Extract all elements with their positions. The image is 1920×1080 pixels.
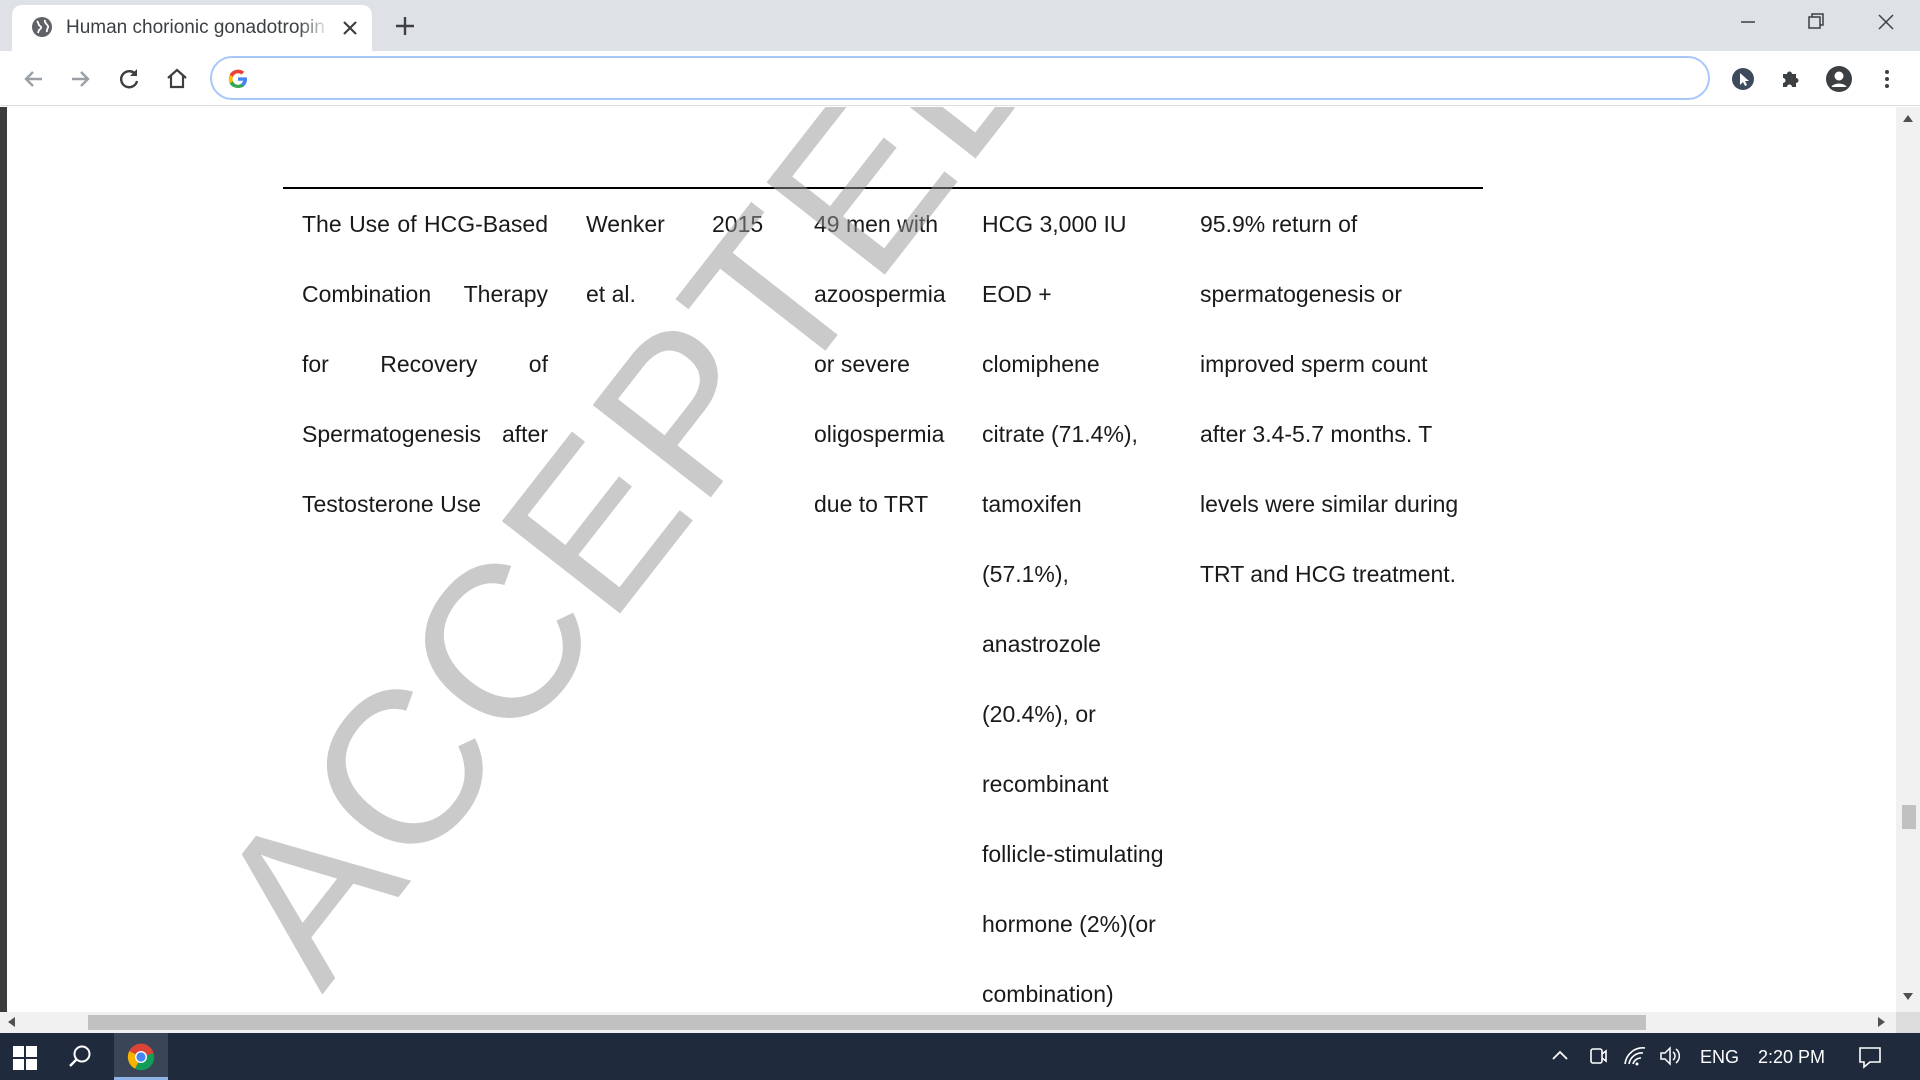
outcome-line: improved sperm count [1200,351,1428,377]
cell-study-title: The Use of HCG-Based Combination Therapy… [302,189,548,539]
reload-icon[interactable] [114,64,144,94]
windows-start-icon[interactable] [12,1045,38,1071]
tab-strip: Human chorionic gonadotropin t [0,0,1920,51]
minimize-icon[interactable] [1728,6,1768,38]
chevron-up-icon[interactable] [1548,1044,1572,1068]
intervention-line: citrate (71.4%), [982,421,1138,447]
population-line: 49 men with [814,211,939,237]
globe-icon [32,17,52,37]
intervention-line: anastrozole [982,631,1101,657]
intervention-line: hormone (2%)(or [982,911,1156,937]
address-input[interactable] [260,64,1680,92]
intervention-line: (20.4%), or [982,701,1096,727]
cell-intervention: HCG 3,000 IU EOD + clomiphene citrate (7… [982,189,1182,1012]
population-line: azoospermia [814,281,946,307]
profile-avatar-icon[interactable] [1824,64,1854,94]
close-window-icon[interactable] [1866,6,1906,38]
horizontal-scrollbar[interactable] [0,1012,1896,1033]
cell-outcome: 95.9% return of spermatogenesis or impro… [1200,189,1480,609]
volume-icon[interactable] [1658,1044,1684,1068]
cell-year: 2015 [712,189,782,259]
intervention-line: recombinant [982,771,1109,797]
address-bar[interactable] [210,56,1710,100]
title-line: for Recovery of [302,351,548,377]
intervention-line: (57.1%), [982,561,1069,587]
population-line: oligospermia [814,421,945,447]
intervention-line: tamoxifen [982,491,1082,517]
cell-population: 49 men with azoospermia or severe oligos… [814,189,959,539]
year-text: 2015 [712,211,764,237]
title-line: The Use of HCG-Based [302,211,548,237]
horizontal-scroll-thumb[interactable] [88,1015,1646,1030]
notifications-icon[interactable] [1856,1043,1884,1071]
scroll-down-arrow-icon[interactable] [1903,993,1913,1000]
title-line: Testosterone Use [302,491,481,517]
menu-kebab-icon[interactable] [1872,64,1902,94]
author-line: et al. [586,281,636,307]
new-tab-icon[interactable] [390,11,420,41]
browser-toolbar [0,51,1920,106]
extension-cursor-icon[interactable] [1728,64,1758,94]
title-line: Combination Therapy [302,281,548,307]
taskbar-chrome-app[interactable] [114,1033,168,1080]
back-icon[interactable] [18,64,48,94]
population-line: due to TRT [814,491,929,517]
intervention-line: EOD + [982,281,1052,307]
intervention-line: combination) [982,981,1114,1007]
restore-icon[interactable] [1796,6,1836,38]
scroll-up-arrow-icon[interactable] [1903,115,1913,122]
wifi-icon[interactable] [1622,1044,1648,1068]
author-line: Wenker [586,211,665,237]
outcome-line: levels were similar during [1200,491,1459,517]
title-line: Spermatogenesis after [302,421,548,447]
page-left-border [0,107,7,1012]
chrome-icon [127,1043,155,1071]
intervention-line: follicle-stimulating [982,841,1164,867]
scroll-left-arrow-icon[interactable] [8,1017,15,1027]
scroll-right-arrow-icon[interactable] [1878,1017,1885,1027]
outcome-line: spermatogenesis or [1200,281,1402,307]
page-viewport: The Use of HCG-Based Combination Therapy… [0,107,1896,1012]
scrollbar-corner [1896,1012,1920,1033]
extensions-puzzle-icon[interactable] [1776,64,1806,94]
google-icon [228,69,247,88]
close-tab-icon[interactable] [338,16,362,40]
vertical-scrollbar[interactable] [1896,107,1920,1012]
tab-title: Human chorionic gonadotropin t [66,17,330,38]
windows-taskbar: ENG 2:20 PM [0,1033,1920,1080]
tab-active[interactable]: Human chorionic gonadotropin t [12,5,372,51]
home-icon[interactable] [162,64,192,94]
vertical-scroll-thumb[interactable] [1902,805,1916,829]
intervention-line: HCG 3,000 IU [982,211,1127,237]
outcome-line: after 3.4-5.7 months. T [1200,421,1433,447]
outcome-line: TRT and HCG treatment. [1200,561,1457,587]
system-clock[interactable]: 2:20 PM [1758,1046,1825,1068]
cell-author: Wenker et al. [586,189,676,329]
population-line: or severe [814,351,910,377]
forward-icon[interactable] [66,64,96,94]
outcome-line: 95.9% return of [1200,211,1358,237]
search-icon[interactable] [66,1043,94,1071]
meet-now-icon[interactable] [1586,1044,1610,1068]
intervention-line: clomiphene [982,351,1100,377]
language-indicator[interactable]: ENG [1700,1046,1739,1068]
